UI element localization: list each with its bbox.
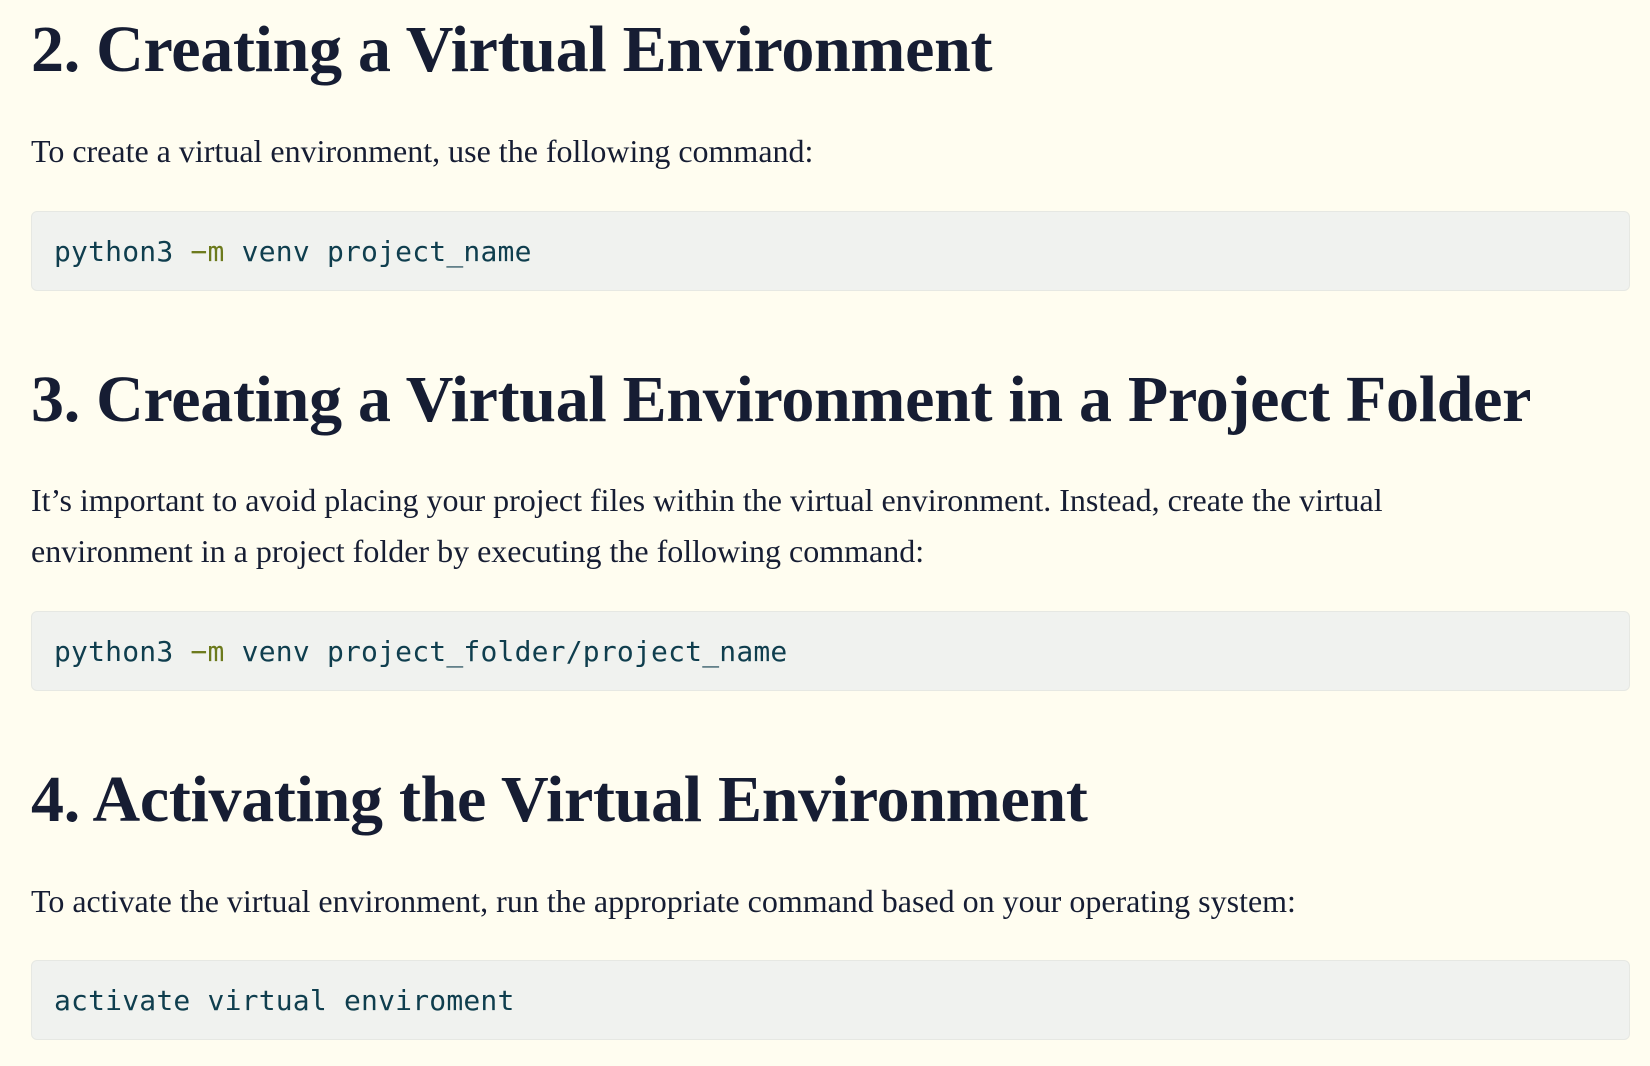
code-flag: −m: [190, 634, 225, 668]
section-heading: 3. Creating a Virtual Environment in a P…: [31, 363, 1532, 436]
code-block[interactable]: python3 −m venv project_name: [31, 211, 1630, 291]
code-block[interactable]: python3 −m venv project_folder/project_n…: [31, 611, 1630, 691]
section-paragraph: To activate the virtual environment, run…: [31, 883, 1296, 919]
code-arguments: venv project_name: [224, 234, 532, 268]
code-command: activate virtual enviroment: [54, 983, 515, 1017]
code-flag: −m: [190, 234, 225, 268]
section-paragraph: It’s important to avoid placing your pro…: [31, 482, 1383, 569]
section-heading: 2. Creating a Virtual Environment: [31, 13, 993, 86]
code-block[interactable]: activate virtual enviroment: [31, 960, 1630, 1040]
section-heading: 4. Activating the Virtual Environment: [31, 763, 1088, 836]
code-arguments: venv project_folder/project_name: [224, 634, 788, 668]
code-command: python3: [54, 634, 191, 668]
section-paragraph: To create a virtual environment, use the…: [31, 133, 814, 169]
code-command: python3: [54, 234, 191, 268]
